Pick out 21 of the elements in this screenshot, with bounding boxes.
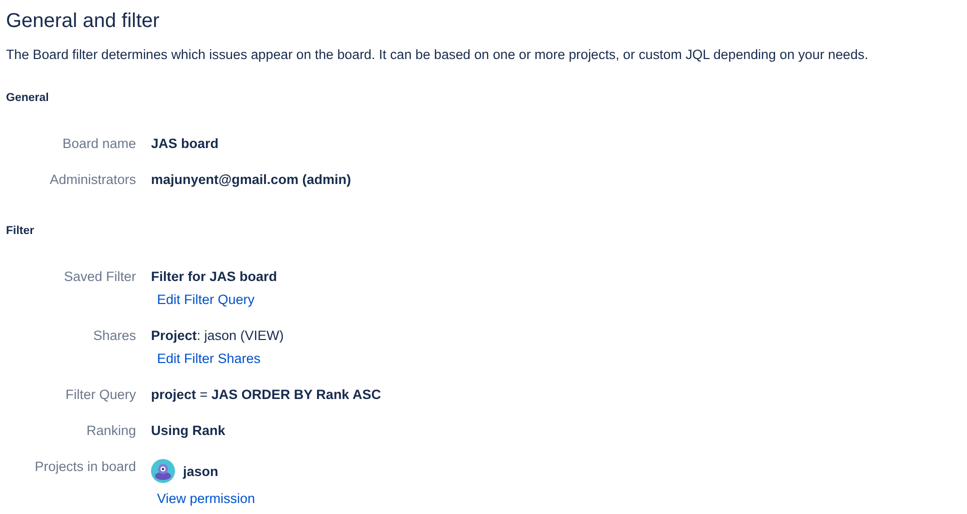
field-label: Ranking [85, 423, 136, 438]
field-value: majunyent@gmail.com (admin) [151, 172, 351, 187]
field-label: Administrators [48, 172, 136, 187]
link[interactable]: Edit Filter Query [157, 292, 255, 307]
field-label: Board name [61, 136, 136, 151]
link[interactable]: View permission [157, 491, 256, 506]
description: The Board filter determines which issues appear on the board. It can be based on one or more projects, or custom JQL depending on your needs. [6, 47, 870, 62]
field-label: Saved Filter [62, 269, 136, 286]
field-label: Projects in board [34, 459, 136, 476]
field-value: Filter for JAS board [151, 269, 278, 284]
field-value: project = JAS ORDER BY Rank ASC [151, 387, 381, 402]
section-title: Filter [6, 225, 36, 237]
field-value: Using Rank [151, 423, 226, 438]
link[interactable]: Edit Filter Shares [157, 351, 261, 366]
field-value: JAS board [151, 136, 219, 151]
field-value: jason [183, 464, 218, 478]
field-value: Project: jason (VIEW) [151, 328, 284, 343]
field-label: Filter Query [64, 387, 136, 402]
field-label: Shares [92, 328, 136, 345]
page-title: General and filter [6, 10, 160, 33]
section-title: General [6, 92, 50, 104]
